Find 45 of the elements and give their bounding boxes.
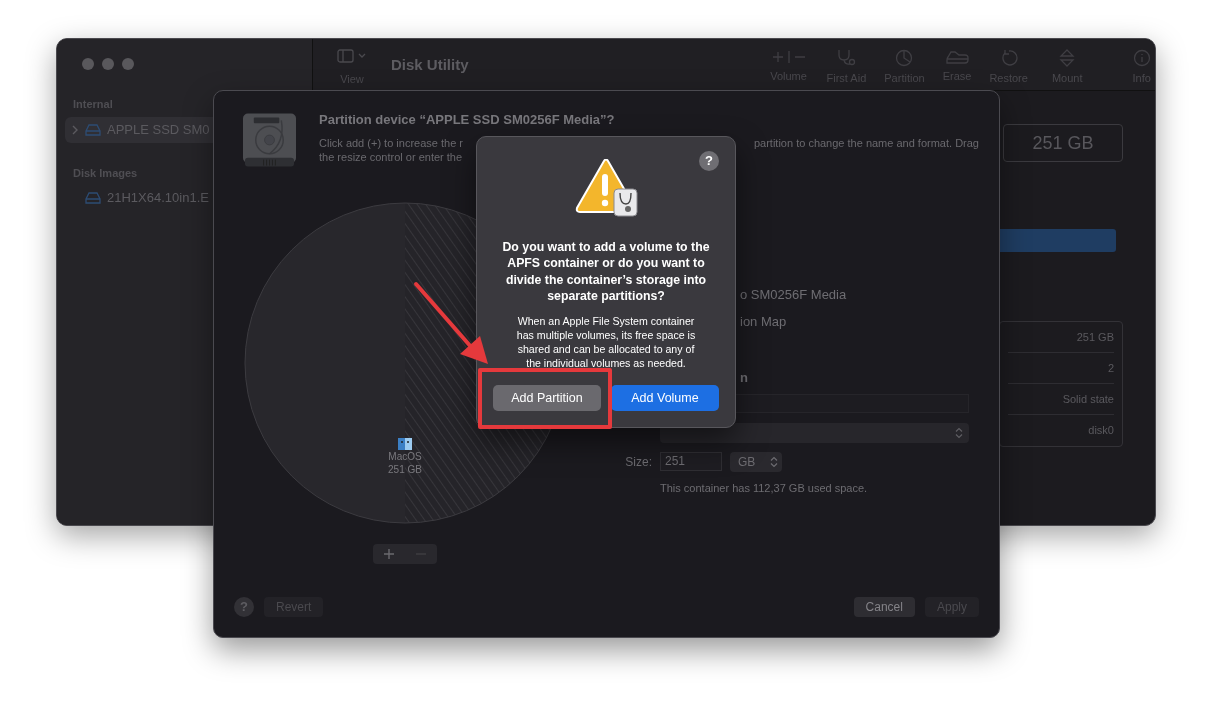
format-popup[interactable] [660, 422, 969, 443]
zoom-control[interactable] [122, 58, 134, 70]
detail-text: o SM0256F Media [740, 286, 847, 304]
drive-icon [85, 123, 101, 136]
detail-text: ion Map [740, 312, 787, 331]
restore-icon[interactable] [999, 49, 1018, 67]
add-volume-button[interactable]: Add Volume [611, 385, 719, 411]
unit-popup[interactable]: GB [730, 451, 782, 472]
alert-message: When an Apple File System container has multiple volumes, its free space is shared and can be allocated to any of the individual volumes as needed. [515, 314, 697, 371]
updown-icon [955, 426, 963, 439]
drive-icon [85, 192, 101, 204]
chevron-icon[interactable] [71, 124, 79, 135]
stethoscope-icon[interactable] [836, 49, 857, 67]
alert-title: Do you want to add a volume to the APFS container or do you want to divide the container’s storage into separate partitions? [501, 239, 711, 305]
description-text: Click add (+) to increase the r [319, 135, 463, 150]
capacity-box: 251 GB [1003, 124, 1123, 162]
window-title: Disk Utility [391, 55, 469, 75]
section-heading: n [740, 369, 748, 387]
pie-chart-icon[interactable] [895, 49, 914, 67]
sheet-title: Partition device “APPLE SSD SM0256F Media”? [319, 112, 616, 128]
minimize-control[interactable] [102, 58, 114, 70]
updown-icon [770, 455, 778, 468]
add-partition-button[interactable]: Add Partition [493, 385, 601, 411]
note-text: This container has 112,37 GB used space. [660, 480, 869, 496]
cancel-button[interactable]: Cancel [853, 597, 915, 617]
eraser-icon[interactable] [945, 49, 969, 65]
description-text: the resize control or enter the [319, 149, 463, 164]
info-icon[interactable] [1132, 49, 1151, 67]
help-button[interactable]: ? [234, 597, 254, 617]
partition-size: 251 GB [388, 463, 422, 476]
info-value: Solid state [1008, 384, 1114, 415]
info-value: 251 GB [1008, 322, 1114, 353]
eject-icon[interactable] [1059, 49, 1076, 67]
info-value: 2 [1008, 353, 1114, 384]
size-field[interactable]: 251 [660, 452, 722, 471]
info-value: disk0 [1087, 423, 1114, 439]
size-label: Size: [624, 453, 652, 471]
help-button[interactable]: ? [699, 151, 719, 171]
sidebar-toggle-icon[interactable] [337, 49, 367, 63]
description-text: partition to change the name and format. Drag [753, 135, 979, 150]
warning-icon [574, 159, 638, 217]
finder-icon [398, 438, 412, 450]
hard-drive-icon [242, 112, 297, 168]
close-control[interactable] [82, 58, 94, 70]
partition-label: MacOS [388, 450, 422, 463]
